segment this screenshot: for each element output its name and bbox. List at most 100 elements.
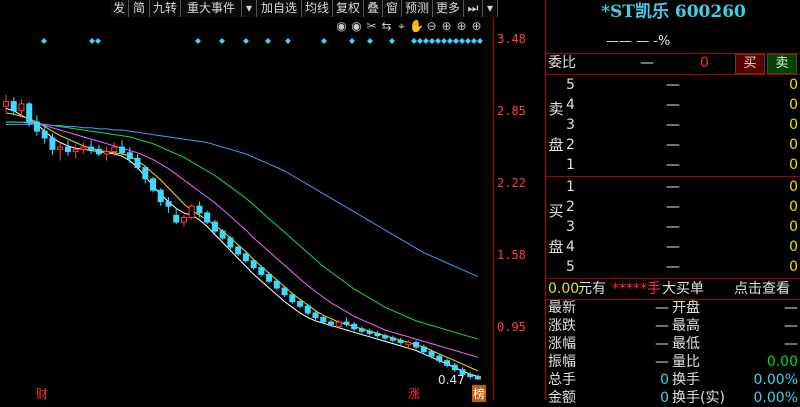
candle-body: [358, 328, 365, 332]
event-diamond: [265, 38, 271, 44]
order-volume: 0: [789, 77, 798, 93]
stat-value: 0: [660, 390, 669, 406]
candle-body: [204, 212, 211, 223]
stat-label: 总手: [548, 372, 576, 388]
candle-body: [95, 148, 102, 155]
toolbar-item[interactable]: 重大事件: [181, 0, 242, 17]
order-volume: 0: [789, 199, 798, 215]
candle-body: [126, 152, 133, 159]
toolbar-item[interactable]: 均线: [302, 0, 333, 17]
event-diamond: [429, 38, 435, 44]
eye-icon[interactable]: ◉: [349, 19, 364, 33]
stat-label: 换手: [672, 372, 700, 388]
order-price: —: [666, 117, 680, 133]
order-volume: 0: [789, 97, 798, 113]
candle-body: [235, 246, 242, 255]
cursor-icon[interactable]: ⌖: [394, 19, 409, 34]
toolbar-item[interactable]: 复权: [333, 0, 364, 17]
candle-body: [72, 148, 79, 153]
scissors-icon[interactable]: ✂: [364, 19, 379, 33]
candle-body: [150, 178, 157, 191]
stat-label: 金额: [548, 390, 576, 406]
event-diamond: [389, 38, 395, 44]
candle-body: [451, 364, 458, 371]
event-diamond: [89, 38, 95, 44]
candle-body: [428, 351, 435, 357]
stat-value: 0.00%: [753, 372, 798, 388]
stat-label: 开盘: [672, 300, 700, 316]
candle-body: [343, 321, 350, 325]
hand-icon[interactable]: ✋: [409, 19, 424, 33]
event-diamond: [423, 38, 429, 44]
candle-body: [3, 101, 9, 107]
candle-body: [18, 103, 25, 112]
candle-body: [10, 101, 17, 112]
order-level: 4: [566, 239, 575, 255]
candle-body: [142, 167, 149, 180]
event-diamond: [41, 38, 47, 44]
event-diamond: [95, 38, 101, 44]
candle-body: [165, 201, 172, 207]
toolbar-item[interactable]: 加自选: [257, 0, 302, 17]
candle-body: [88, 146, 95, 150]
weibi-label: 委比: [548, 55, 576, 71]
quote-panel: *ST凯乐 600260 —— — -% 委比 — 0 买 卖 卖 盘 5 — 0 4…: [545, 0, 800, 406]
toolbar-item[interactable]: 简: [129, 0, 150, 17]
zoom-in-icon[interactable]: ⊕: [469, 19, 484, 33]
stat-value: 0: [660, 372, 669, 388]
kline-chart[interactable]: [0, 0, 494, 400]
candle-body: [49, 137, 56, 150]
order-price: —: [666, 259, 680, 275]
y-axis-label: 2.85: [497, 104, 526, 118]
order-level: 3: [566, 117, 575, 133]
big-order-stars: *****手: [612, 281, 661, 297]
order-volume: 0: [789, 137, 798, 153]
toolbar-item[interactable]: 发: [110, 0, 129, 17]
order-price: —: [666, 239, 680, 255]
weibi-value: —: [640, 55, 654, 71]
stat-value: 0.00: [766, 354, 798, 370]
view-link[interactable]: 点击查看: [734, 279, 790, 299]
toolbar-item[interactable]: ▾: [483, 0, 498, 17]
toolbar-item[interactable]: 九转: [150, 0, 181, 17]
candle-body: [327, 321, 334, 325]
order-level: 5: [566, 259, 575, 275]
low-price-label: 0.47: [438, 373, 465, 387]
change-line: —— — -%: [606, 34, 671, 49]
stat-label: 最新: [548, 300, 576, 316]
y-axis-label: 1.58: [497, 248, 526, 262]
zoom-in-icon[interactable]: ⊕: [439, 19, 454, 33]
order-price: —: [666, 219, 680, 235]
event-tag-rank[interactable]: 榜: [472, 385, 487, 402]
event-diamond: [465, 38, 471, 44]
order-volume: 0: [789, 219, 798, 235]
sell-button[interactable]: 卖: [767, 54, 797, 74]
toolbar-item[interactable]: 更多: [433, 0, 464, 17]
order-volume: 0: [789, 117, 798, 133]
toolbar-item[interactable]: ⏭: [464, 0, 483, 17]
toolbar-item[interactable]: 预测: [402, 0, 433, 17]
ma-line: [6, 121, 479, 358]
zoom-out-icon[interactable]: ⊖: [424, 19, 439, 33]
stat-value: —: [784, 300, 798, 316]
event-tag-limit[interactable]: 涨: [408, 385, 420, 402]
event-diamond: [459, 38, 465, 44]
candle-body: [436, 355, 443, 362]
order-volume: 0: [789, 259, 798, 275]
event-diamond: [285, 38, 291, 44]
eye-icon[interactable]: ◉: [334, 19, 349, 33]
stat-value: 0.00%: [753, 390, 798, 406]
candle-body: [173, 214, 180, 223]
swap-icon[interactable]: ⇆: [379, 19, 394, 33]
toolbar-item[interactable]: ▾: [242, 0, 257, 17]
toolbar-item[interactable]: 窗: [383, 0, 402, 17]
buy-button[interactable]: 买: [735, 54, 765, 74]
toolbar-item[interactable]: 叠: [364, 0, 383, 17]
event-tag-finance[interactable]: 财: [36, 385, 48, 402]
candle-body: [242, 253, 249, 262]
event-diamond: [417, 38, 423, 44]
candle-body: [312, 312, 319, 319]
event-diamond: [471, 38, 477, 44]
zoom-in-icon[interactable]: ⊕: [454, 19, 469, 33]
weibi-diff: 0: [700, 55, 709, 71]
